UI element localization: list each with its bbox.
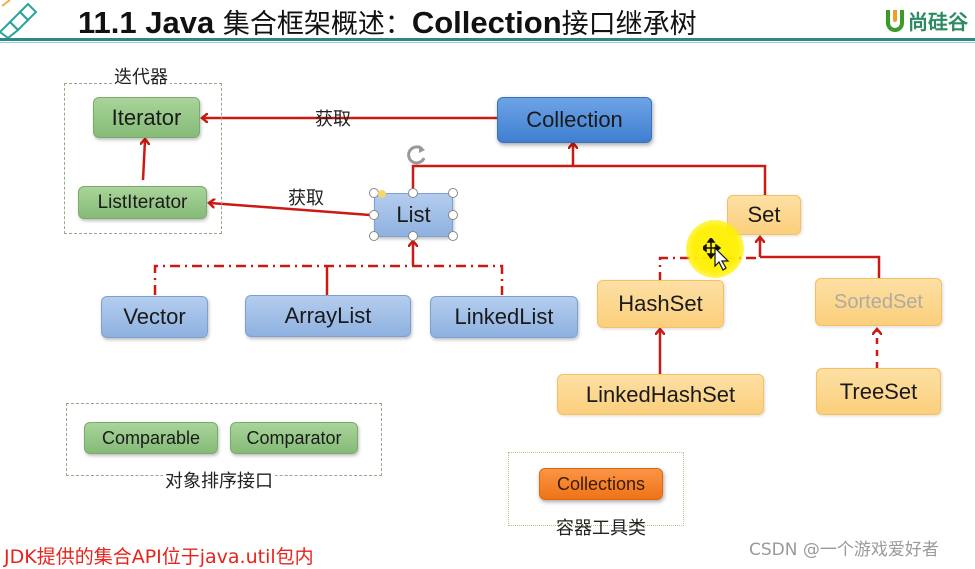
node-collection[interactable]: Collection (497, 97, 652, 143)
node-listiterator[interactable]: ListIterator (78, 186, 207, 219)
resize-handle[interactable] (448, 188, 458, 198)
rotate-handle-icon[interactable] (402, 141, 430, 167)
resize-handle[interactable] (369, 210, 379, 220)
node-comparable[interactable]: Comparable (84, 422, 218, 454)
obtain-label-collection: 获取 (315, 109, 351, 130)
sorting-group-caption: 对象排序接口 (163, 467, 275, 493)
node-linkedhashset[interactable]: LinkedHashSet (557, 374, 764, 415)
node-treeset[interactable]: TreeSet (816, 368, 941, 415)
watermark-text: CSDN @一个游戏爱好者 (749, 540, 939, 560)
resize-handle[interactable] (408, 231, 418, 241)
arrow-list-impls (153, 264, 504, 295)
node-set[interactable]: Set (727, 195, 801, 235)
resize-handle[interactable] (369, 231, 379, 241)
tools-group-caption: 容器工具类 (556, 518, 646, 539)
arrow-sortedset-to-set (760, 255, 881, 280)
node-linkedlist[interactable]: LinkedList (430, 296, 578, 338)
resize-handle[interactable] (448, 210, 458, 220)
footnote-text: JDK提供的集合API位于java.util包内 (4, 546, 314, 568)
arrow-list-set-to-collection (411, 164, 767, 196)
iterator-group-caption: 迭代器 (112, 63, 170, 89)
node-iterator[interactable]: Iterator (93, 97, 200, 138)
resize-handle[interactable] (408, 188, 418, 198)
node-comparator[interactable]: Comparator (230, 422, 358, 454)
node-arraylist[interactable]: ArrayList (245, 295, 411, 337)
adjust-handle[interactable] (378, 190, 386, 198)
node-vector[interactable]: Vector (101, 296, 208, 338)
node-collections[interactable]: Collections (539, 468, 663, 500)
node-sortedset[interactable]: SortedSet (815, 278, 942, 326)
move-cursor-icon (703, 238, 730, 271)
obtain-label-list: 获取 (288, 188, 324, 209)
resize-handle[interactable] (448, 231, 458, 241)
node-hashset[interactable]: HashSet (597, 280, 724, 328)
